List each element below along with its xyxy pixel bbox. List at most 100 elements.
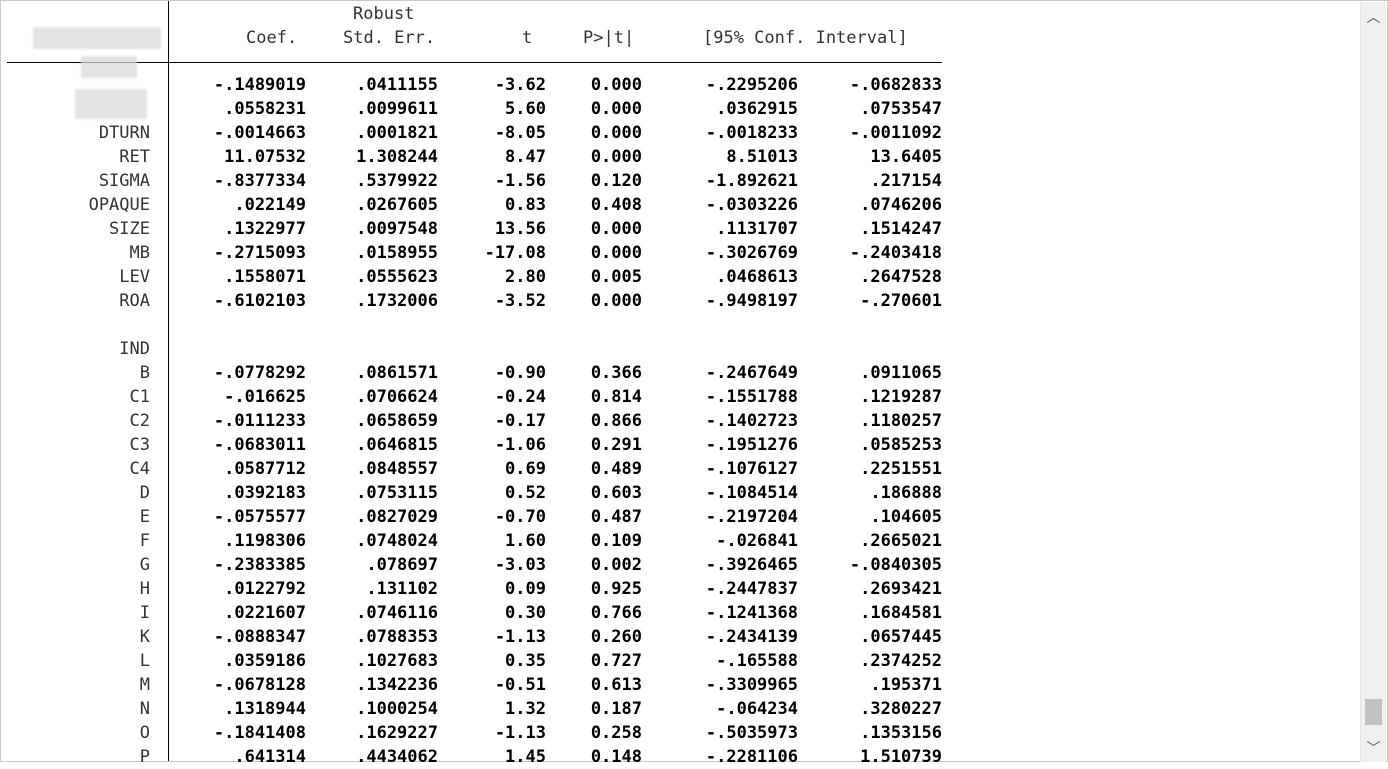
cell-p: 0.766 — [590, 603, 642, 623]
cell-hi: .2374252 — [860, 651, 942, 671]
cell-p: 0.002 — [590, 555, 642, 575]
cell-label: LEV — [119, 267, 150, 287]
cell-hi: -.2403418 — [849, 243, 942, 263]
table-row: O -.1841408 .1629227 -1.13 0.258 -.5035973 .13… — [1, 721, 942, 745]
vertical-scrollbar[interactable]: ︿ ﹀ — [1360, 2, 1386, 762]
table-row: C3 -.0683011 .0646815 -1.06 0.291 -.1951276 .0… — [1, 433, 942, 457]
cell-lo: -.2281106 — [705, 747, 798, 767]
cell-label: M — [139, 675, 150, 695]
table-row: C1 -.016625 .0706624 -0.24 0.814 -.1551788 .12… — [1, 385, 942, 409]
cell-lo: -.2197204 — [705, 507, 798, 527]
cell-hi: .0585253 — [860, 435, 942, 455]
header-p: P>|t| — [583, 28, 635, 48]
cell-coef: .0587712 — [224, 459, 306, 479]
cell-lo: .0362915 — [716, 99, 798, 119]
cell-t: -3.03 — [494, 555, 546, 575]
cell-hi: .2665021 — [860, 531, 942, 551]
cell-coef: .1318944 — [224, 699, 306, 719]
chevron-down-icon[interactable]: ﹀ — [1361, 735, 1386, 760]
cell-hi: .217154 — [870, 171, 942, 191]
cell-se: .0706624 — [356, 387, 438, 407]
cell-t: 5.60 — [505, 99, 546, 119]
cell-t: 8.47 — [505, 147, 546, 167]
cell-se: .1342236 — [356, 675, 438, 695]
cell-label: L — [139, 651, 150, 671]
cell-hi: .186888 — [870, 483, 942, 503]
cell-t: -1.13 — [494, 723, 546, 743]
cell-label: MB — [129, 243, 150, 263]
cell-p: 0.000 — [590, 99, 642, 119]
cell-p: 0.613 — [590, 675, 642, 695]
cell-p: 0.000 — [590, 243, 642, 263]
cell-se: .1000254 — [356, 699, 438, 719]
table-row: M -.0678128 .1342236 -0.51 0.613 -.3309965 .19… — [1, 673, 942, 697]
cell-p: 0.727 — [590, 651, 642, 671]
cell-t: -8.05 — [494, 123, 546, 143]
table-row: -.1489019 .0411155 -3.62 0.000 -.2295206 -.06… — [1, 73, 942, 97]
cell-hi: -.0011092 — [849, 123, 942, 143]
cell-coef: -.2715093 — [213, 243, 306, 263]
cell-se: .0097548 — [356, 219, 438, 239]
cell-se: .4434062 — [356, 747, 438, 767]
table-row — [1, 313, 942, 337]
table-row: IND — [1, 337, 942, 361]
cell-coef: .0122792 — [224, 579, 306, 599]
table-row: OPAQUE .022149 .0267605 0.83 0.408 -.0303226.… — [1, 193, 942, 217]
cell-label: B — [139, 363, 150, 383]
cell-t: -0.90 — [494, 363, 546, 383]
cell-label: E — [139, 507, 150, 527]
cell-lo: -.0018233 — [705, 123, 798, 143]
cell-se: .0099611 — [356, 99, 438, 119]
cell-t: -3.52 — [494, 291, 546, 311]
cell-p: 0.120 — [590, 171, 642, 191]
cell-coef: -.0678128 — [213, 675, 306, 695]
cell-p: 0.258 — [590, 723, 642, 743]
cell-lo: 8.51013 — [726, 147, 798, 167]
cell-lo: -.1084514 — [705, 483, 798, 503]
cell-coef: -.0683011 — [213, 435, 306, 455]
table-row: MB -.2715093 .0158955 -17.08 0.000 -.3026769 -… — [1, 241, 942, 265]
chevron-up-icon[interactable]: ︿ — [1361, 4, 1386, 29]
cell-label: N — [139, 699, 150, 719]
cell-se: .0748024 — [356, 531, 438, 551]
cell-t: 13.56 — [494, 219, 546, 239]
header-coef: Coef. — [246, 28, 298, 48]
cell-lo: -.064234 — [716, 699, 798, 719]
cell-lo: -.9498197 — [705, 291, 798, 311]
cell-p: 0.000 — [590, 147, 642, 167]
cell-coef: -.0778292 — [213, 363, 306, 383]
cell-hi: 1.510739 — [860, 747, 942, 767]
table-row: SIGMA -.8377334 .5379922 -1.56 0.120 -1.89262… — [1, 169, 942, 193]
cell-coef: .022149 — [234, 195, 306, 215]
cell-p: 0.366 — [590, 363, 642, 383]
cell-coef: -.8377334 — [213, 171, 306, 191]
cell-coef: 11.07532 — [224, 147, 306, 167]
cell-label: DTURN — [98, 123, 150, 143]
cell-hi: .1514247 — [860, 219, 942, 239]
table-row: ROA -.6102103 .1732006 -3.52 0.000 -.9498197 -… — [1, 289, 942, 313]
cell-se: .078697 — [366, 555, 438, 575]
table-row: DTURN -.0014663 .0001821 -8.05 0.000 -.001823… — [1, 121, 942, 145]
cell-label: OPAQUE — [88, 195, 150, 215]
cell-coef: -.0888347 — [213, 627, 306, 647]
cell-t: -0.51 — [494, 675, 546, 695]
cell-label: C3 — [129, 435, 150, 455]
cell-lo: -.3026769 — [705, 243, 798, 263]
scrollbar-thumb[interactable] — [1365, 699, 1382, 725]
cell-hi: .1180257 — [860, 411, 942, 431]
table-row: K -.0888347 .0788353 -1.13 0.260 -.2434139 .06… — [1, 625, 942, 649]
cell-lo: -.0303226 — [705, 195, 798, 215]
cell-lo: -.1551788 — [705, 387, 798, 407]
cell-label: D — [139, 483, 150, 503]
cell-coef: -.0575577 — [213, 507, 306, 527]
table-row: G -.2383385 .078697 -3.03 0.002 -.3926465 -.08… — [1, 553, 942, 577]
cell-se: .5379922 — [356, 171, 438, 191]
table-row: C2 -.0111233 .0658659 -0.17 0.866 -.1402723 .1… — [1, 409, 942, 433]
table-row: LEV .1558071 .0555623 2.80 0.005 .0468613 .264… — [1, 265, 942, 289]
cell-label: H — [139, 579, 150, 599]
cell-lo: -.165588 — [716, 651, 798, 671]
cell-p: 0.489 — [590, 459, 642, 479]
cell-se: .0746116 — [356, 603, 438, 623]
table-row: RET 11.07532 1.308244 8.47 0.000 8.51013 13.64… — [1, 145, 942, 169]
cell-label: F — [139, 531, 150, 551]
